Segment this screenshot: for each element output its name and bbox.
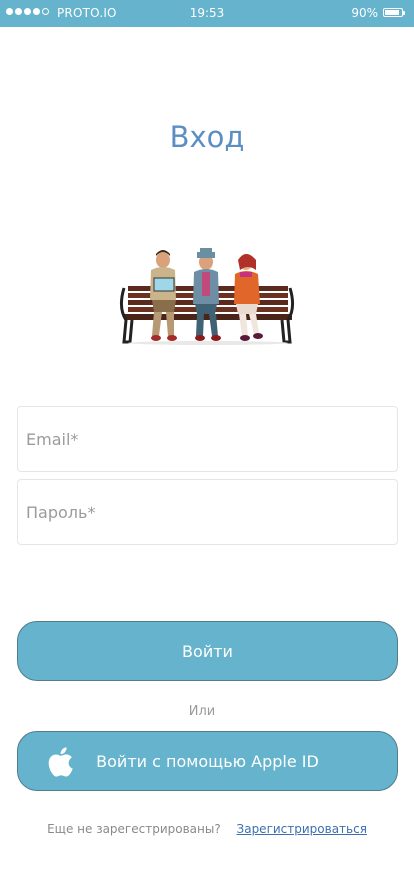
apple-id-login-label: Войти с помощью Apple ID xyxy=(96,751,319,771)
email-field[interactable] xyxy=(17,406,398,472)
or-separator: Или xyxy=(188,704,216,719)
password-input[interactable] xyxy=(18,480,397,544)
apple-id-login-button[interactable]: Войти с помощью Apple ID xyxy=(17,731,398,791)
battery-icon xyxy=(383,8,405,17)
login-screen: PROTO.IO 19:53 90% Вход Email* Войти Или… xyxy=(0,0,414,896)
status-bar: PROTO.IO 19:53 90% xyxy=(0,0,414,27)
register-link[interactable]: Зарегистрироваться xyxy=(237,822,367,836)
email-input[interactable] xyxy=(18,407,397,471)
login-button-label: Войти xyxy=(182,641,233,661)
battery-percent: 90% xyxy=(351,6,378,20)
login-button[interactable]: Войти xyxy=(17,621,398,681)
signup-question: Еще не зарегестрированы? xyxy=(47,822,221,836)
password-field[interactable] xyxy=(17,479,398,545)
apple-icon xyxy=(48,747,73,777)
page-title: Вход xyxy=(169,120,245,154)
signup-prompt: Еще не зарегестрированы? Зарегистрироват… xyxy=(0,822,414,836)
people-on-bench-illustration xyxy=(119,248,295,345)
